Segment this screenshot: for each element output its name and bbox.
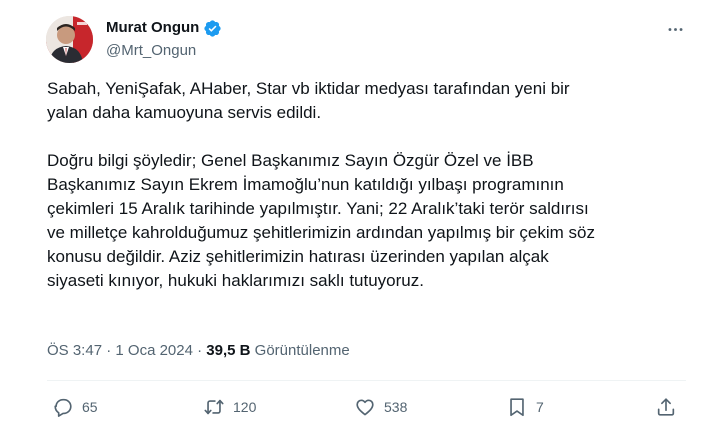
retweet-icon [204,399,224,415]
heart-icon [356,399,374,416]
author-display-name[interactable]: Murat Ongun [106,18,199,38]
bookmark-icon [510,398,524,417]
tweet-text: Sabah, YeniŞafak, AHaber, Star vb iktida… [47,77,687,293]
views-count: 39,5 B [206,342,251,359]
author-name-row[interactable]: Murat Ongun [106,18,222,38]
retweet-count: 120 [233,399,257,415]
reply-count: 65 [82,399,98,415]
tweet-text-line: Doğru bilgi şöyledir; Genel Başkanımız S… [47,151,534,170]
tweet-text-line: ve milletçe kahrolduğumuz şehitlerimizin… [47,223,595,242]
more-dots-icon [668,27,682,31]
tweet-text-line: konusu değildir. Aziz şehitlerimizin hat… [47,247,549,266]
verified-badge-icon [203,19,222,38]
tweet-time[interactable]: ÖS 3:47 [47,342,102,359]
avatar-portrait-icon [46,16,93,63]
like-count: 538 [384,399,408,415]
divider [47,380,686,381]
reply-button[interactable]: 65 [52,392,98,422]
tweet-date[interactable]: 1 Oca 2024 [115,342,193,359]
views-label: Görüntülenme [254,342,350,359]
tweet-meta: ÖS 3:47 · 1 Oca 2024 · 39,5 B Görüntülen… [47,341,350,361]
tweet-card[interactable]: Murat Ongun @Mrt_Ongun Sabah, YeniŞafak,… [0,0,719,431]
meta-separator: · [102,342,116,359]
tweet-text-line: Sabah, YeniŞafak, AHaber, Star vb iktida… [47,79,570,98]
retweet-button[interactable]: 120 [203,392,256,422]
action-bar: 65 120 538 7 [47,392,687,422]
more-options-button[interactable] [660,18,690,40]
tweet-timestamp-link[interactable]: ÖS 3:47 · 1 Oca 2024 [47,342,193,359]
like-button[interactable]: 538 [354,392,407,422]
reply-icon [54,398,72,417]
share-button[interactable] [655,392,677,422]
avatar[interactable] [46,16,93,63]
bookmark-count: 7 [536,399,544,415]
tweet-text-line: siyaseti kınıyor, hukuki haklarımızı sak… [47,271,424,290]
tweet-text-line: yalan daha kamuoyuna servis edildi. [47,103,322,122]
tweet-text-line: çekimleri 15 Aralık tarihinde yapılmıştı… [47,199,589,218]
share-icon [657,398,675,416]
tweet-text-line: Başkanımız Sayın Ekrem İmamoğlu’nun katı… [47,175,564,194]
bookmark-button[interactable]: 7 [506,392,544,422]
meta-separator: · [192,342,207,359]
author-handle[interactable]: @Mrt_Ongun [106,41,196,61]
